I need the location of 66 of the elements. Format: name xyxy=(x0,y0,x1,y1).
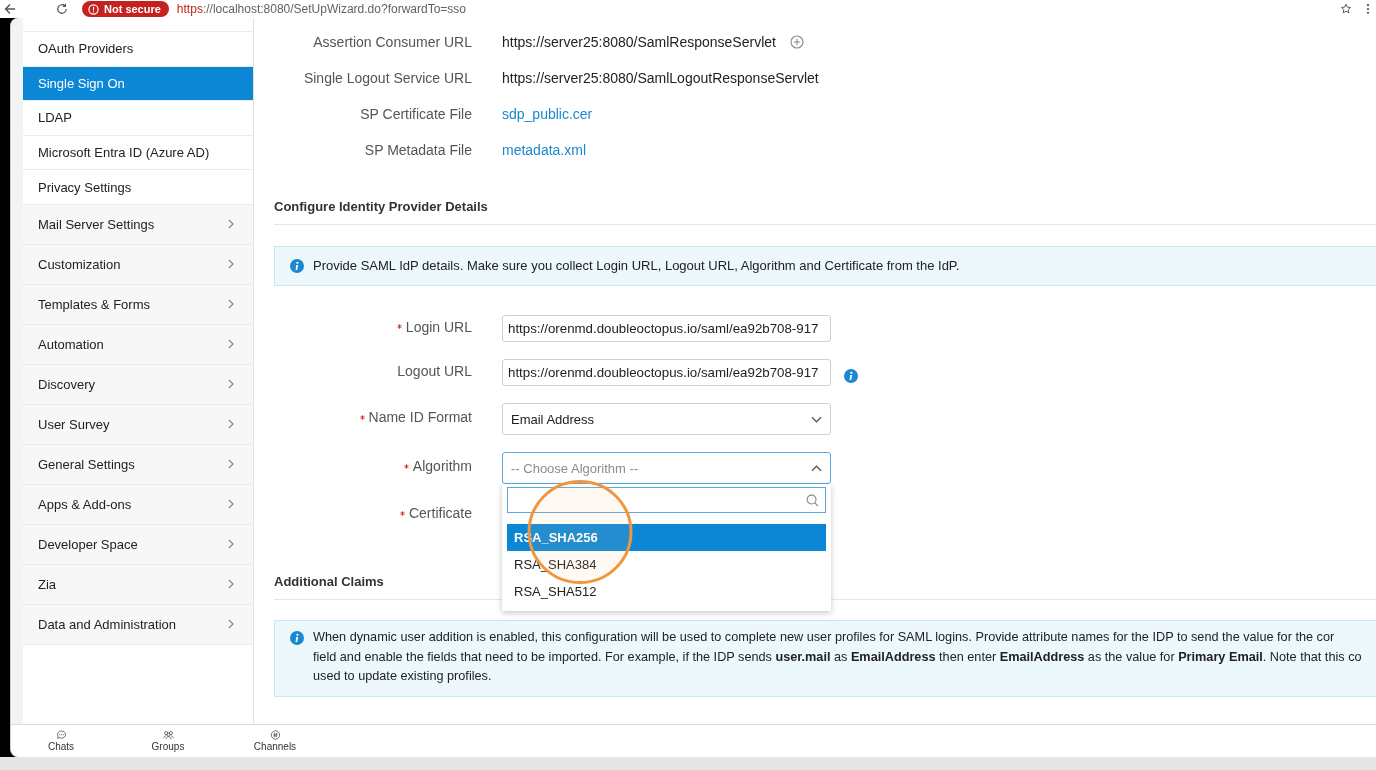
field-label: Logout URL xyxy=(397,362,472,379)
chevron-down-icon xyxy=(811,415,822,423)
field-label: Assertion Consumer URL xyxy=(313,34,472,50)
field-label: Certificate xyxy=(408,505,472,521)
bottom-bar-tab[interactable]: Channels xyxy=(225,725,325,757)
info-text: Provide SAML IdP details. Make sure you collect Login URL, Logout URL, Algorithm and Certificate from the IdP. xyxy=(313,258,960,274)
dropdown-select[interactable]: -- Choose Algorithm -- xyxy=(502,452,831,484)
chat-bubble-icon xyxy=(55,730,67,740)
field-label: Algorithm xyxy=(412,458,472,474)
address-field[interactable]: https://localhost:8080/SetUpWizard.do?forwardTo=sso xyxy=(176,2,466,16)
chevron-right-icon xyxy=(228,419,234,430)
chevron-right-icon xyxy=(228,459,234,470)
sidebar-item[interactable]: Zia xyxy=(23,564,253,605)
chevron-up-icon xyxy=(811,464,822,472)
url-input-field[interactable]: https://orenmd.doubleoctopus.io/saml/ea92b708-917 xyxy=(502,315,831,342)
field-label: Name ID Format xyxy=(368,409,472,425)
star-icon[interactable] xyxy=(1340,3,1352,15)
url-value: https://server25:8080/SamlResponseServlet xyxy=(502,34,776,50)
chevron-right-icon xyxy=(228,339,234,350)
sidebar-item[interactable]: Templates & Forms xyxy=(23,284,253,325)
sidebar-item[interactable]: User Survey xyxy=(23,404,253,445)
chevron-right-icon xyxy=(228,539,234,550)
warning-icon xyxy=(88,3,99,15)
sidebar-item[interactable]: Automation xyxy=(23,324,253,365)
sidebar-item[interactable]: Mail Server Settings xyxy=(23,204,253,245)
chevron-right-icon xyxy=(228,259,234,270)
chevron-right-icon xyxy=(228,579,234,590)
sidebar-item[interactable]: Data and Administration xyxy=(23,604,253,645)
chevron-right-icon xyxy=(228,619,234,630)
not-secure-button[interactable]: Not secure xyxy=(82,1,169,17)
sidebar-item[interactable]: General Settings xyxy=(23,444,253,485)
sidebar-item[interactable]: Single Sign On xyxy=(23,66,253,102)
hash-circle-icon xyxy=(269,730,281,740)
info-icon xyxy=(290,631,304,645)
field-label: SP Metadata File xyxy=(364,142,472,158)
field-label: Single Logout Service URL xyxy=(303,70,472,86)
sidebar-item[interactable]: Apps & Add-ons xyxy=(23,484,253,525)
sidebar-item[interactable]: Customization xyxy=(23,244,253,285)
section-title: Configure Identity Provider Details xyxy=(274,198,488,216)
field-label: Login URL xyxy=(405,318,472,335)
chevron-right-icon xyxy=(228,219,234,230)
chevron-right-icon xyxy=(228,499,234,510)
bottom-bar-tab[interactable]: Chats xyxy=(11,725,111,757)
bottom-bar-tab[interactable]: Groups xyxy=(118,725,218,757)
url-value: https://server25:8080/SamlLogoutResponseServlet xyxy=(502,70,819,86)
dropdown-select[interactable]: Email Address xyxy=(502,403,831,435)
field-label: SP Certificate File xyxy=(360,106,472,122)
reload-icon[interactable] xyxy=(56,3,68,15)
plus-circle-icon[interactable] xyxy=(789,35,804,49)
chevron-right-icon xyxy=(228,299,234,310)
dropdown-option[interactable]: RSA_SHA512 xyxy=(507,578,826,605)
sidebar-item[interactable]: Discovery xyxy=(23,364,253,405)
more-icon[interactable] xyxy=(1366,3,1370,15)
sidebar-item[interactable]: Developer Space xyxy=(23,524,253,565)
info-icon[interactable] xyxy=(844,369,858,383)
search-icon xyxy=(806,493,819,507)
back-arrow-icon[interactable] xyxy=(4,3,16,15)
info-icon xyxy=(290,259,304,273)
url-input-field[interactable]: https://orenmd.doubleoctopus.io/saml/ea92b708-917 xyxy=(502,359,831,386)
chevron-right-icon xyxy=(228,379,234,390)
file-link[interactable]: metadata.xml xyxy=(502,142,587,158)
info-text: When dynamic user addition is enabled, this configuration will be used to complete new user profiles for SAML logins. Provide attribute names for the IDP to send the value for the cor field and enable the fields that need to be imported. For example, if the IDP sends user.mail as EmailAddress then enter EmailAddress as the value for Primary Email. Note that this co used to update existing profiles. xyxy=(313,629,1362,685)
people-icon xyxy=(162,730,174,740)
section-title: Additional Claims xyxy=(274,573,384,591)
file-link[interactable]: sdp_public.cer xyxy=(502,106,593,122)
dropdown-search-field[interactable] xyxy=(507,487,826,513)
